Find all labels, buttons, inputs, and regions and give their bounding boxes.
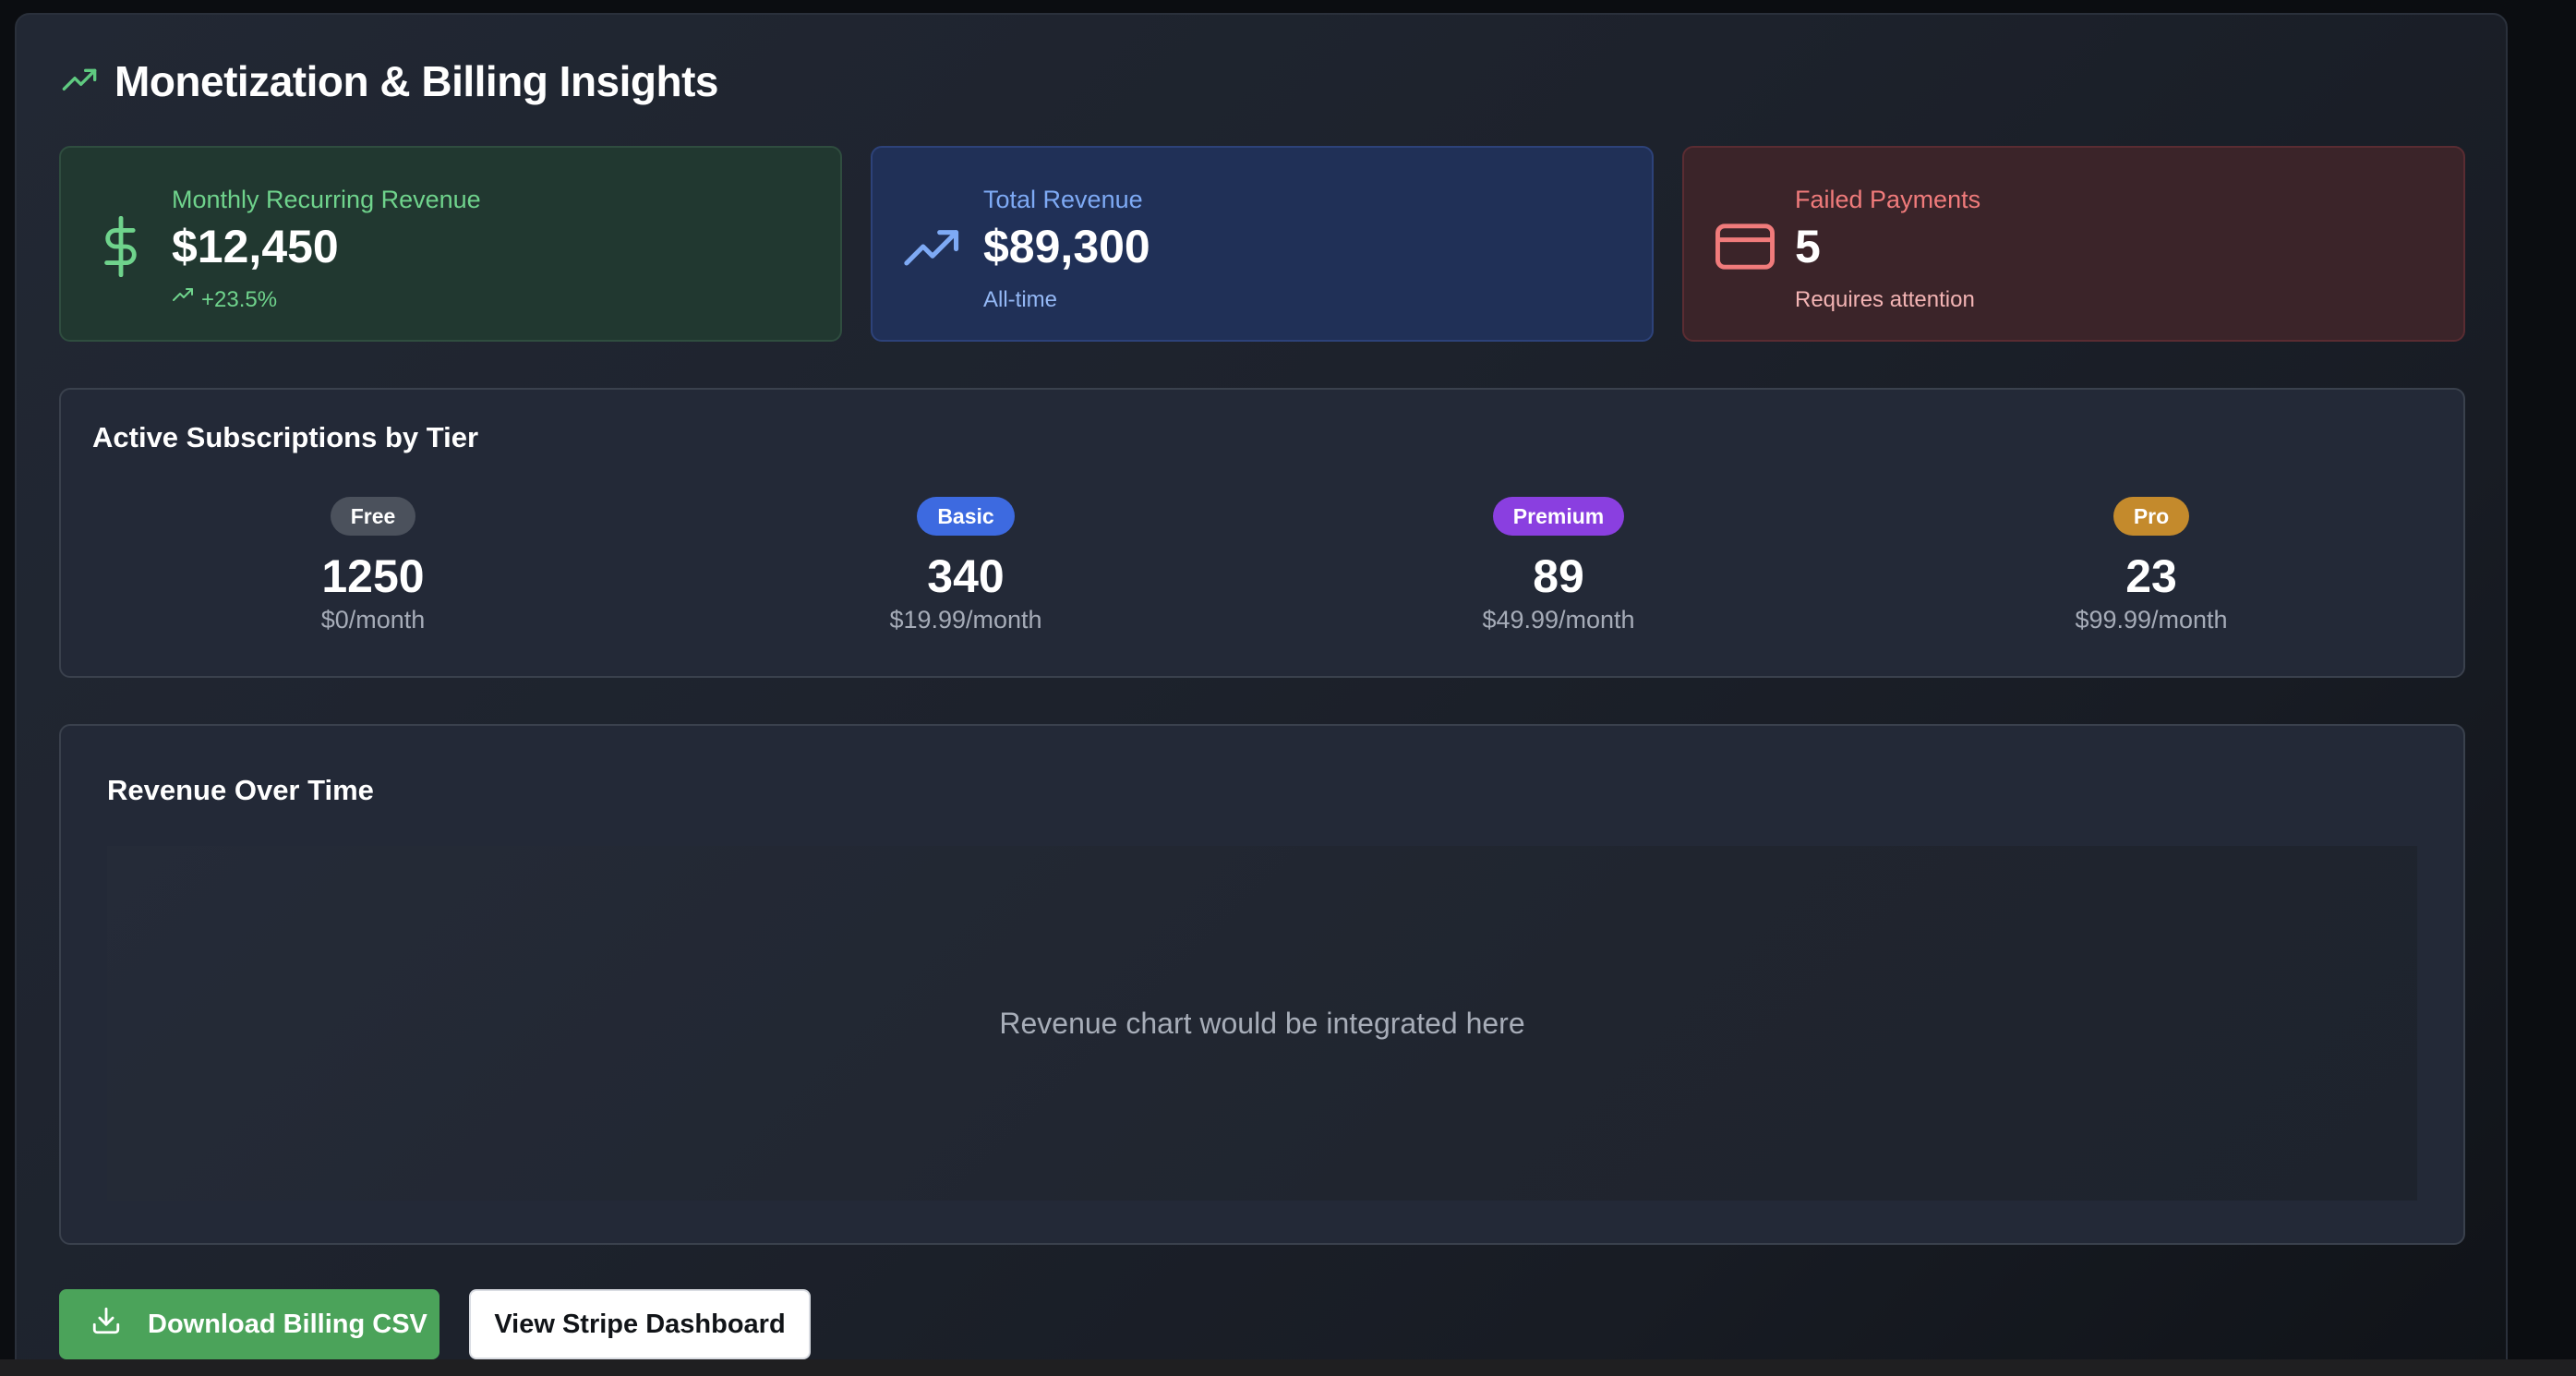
failed-payments-value: 5	[1795, 221, 1821, 272]
revenue-chart-placeholder-text: Revenue chart would be integrated here	[999, 1006, 1525, 1040]
revenue-chart-card: Revenue Over Time Revenue chart would be…	[59, 724, 2465, 1245]
trending-up-icon	[172, 284, 194, 316]
tier-badge: Basic	[917, 497, 1015, 536]
page-title: Monetization & Billing Insights	[114, 57, 719, 105]
tier-badge: Pro	[2113, 497, 2190, 536]
tier-premium: Premium 89 $49.99/month	[1374, 497, 1743, 635]
revenue-chart-title: Revenue Over Time	[107, 774, 374, 806]
download-billing-csv-button[interactable]: Download Billing CSV	[59, 1289, 439, 1359]
failed-payments-label: Failed Payments	[1795, 186, 1981, 213]
total-revenue-sub: All-time	[983, 287, 1058, 312]
view-stripe-dashboard-button[interactable]: View Stripe Dashboard	[469, 1289, 811, 1359]
tier-count: 23	[2125, 550, 2177, 602]
window-bottom-edge	[0, 1359, 2576, 1376]
failed-payments-sub: Requires attention	[1795, 287, 1975, 312]
tier-badge: Premium	[1492, 497, 1625, 536]
tier-count: 1250	[321, 550, 425, 602]
mrr-change: +23.5%	[172, 284, 481, 316]
total-revenue-card: Total Revenue $89,300 All-time	[871, 146, 1654, 342]
subscriptions-card: Active Subscriptions by Tier Free 1250 $…	[59, 388, 2465, 678]
tier-basic: Basic 340 $19.99/month	[781, 497, 1150, 635]
mrr-value: $12,450	[172, 221, 339, 272]
revenue-chart-placeholder: Revenue chart would be integrated here	[107, 846, 2417, 1201]
mrr-card: Monthly Recurring Revenue $12,450 +23.5%	[59, 146, 842, 342]
tier-pro: Pro 23 $99.99/month	[1967, 497, 2336, 635]
mrr-label: Monthly Recurring Revenue	[172, 186, 481, 213]
tier-badge: Free	[330, 497, 416, 536]
mrr-change-value: +23.5%	[201, 287, 278, 312]
tier-price: $99.99/month	[2075, 606, 2228, 634]
tier-price: $0/month	[320, 606, 426, 634]
failed-payments-card: Failed Payments 5 Requires attention	[1682, 146, 2465, 342]
tier-price: $49.99/month	[1482, 606, 1635, 634]
tier-count: 89	[1533, 550, 1584, 602]
tier-count: 340	[927, 550, 1005, 602]
credit-card-icon	[1715, 223, 1775, 274]
total-revenue-value: $89,300	[983, 221, 1150, 272]
trending-up-icon	[61, 63, 98, 100]
download-billing-csv-label: Download Billing CSV	[148, 1309, 427, 1339]
tier-price: $19.99/month	[889, 606, 1042, 634]
tier-free: Free 1250 $0/month	[188, 497, 558, 635]
page-header: Monetization & Billing Insights	[61, 52, 719, 111]
download-icon	[90, 1305, 122, 1344]
total-revenue-label: Total Revenue	[983, 186, 1143, 213]
trending-up-icon	[904, 225, 961, 272]
dollar-icon	[96, 215, 146, 282]
subscriptions-title: Active Subscriptions by Tier	[92, 421, 479, 453]
